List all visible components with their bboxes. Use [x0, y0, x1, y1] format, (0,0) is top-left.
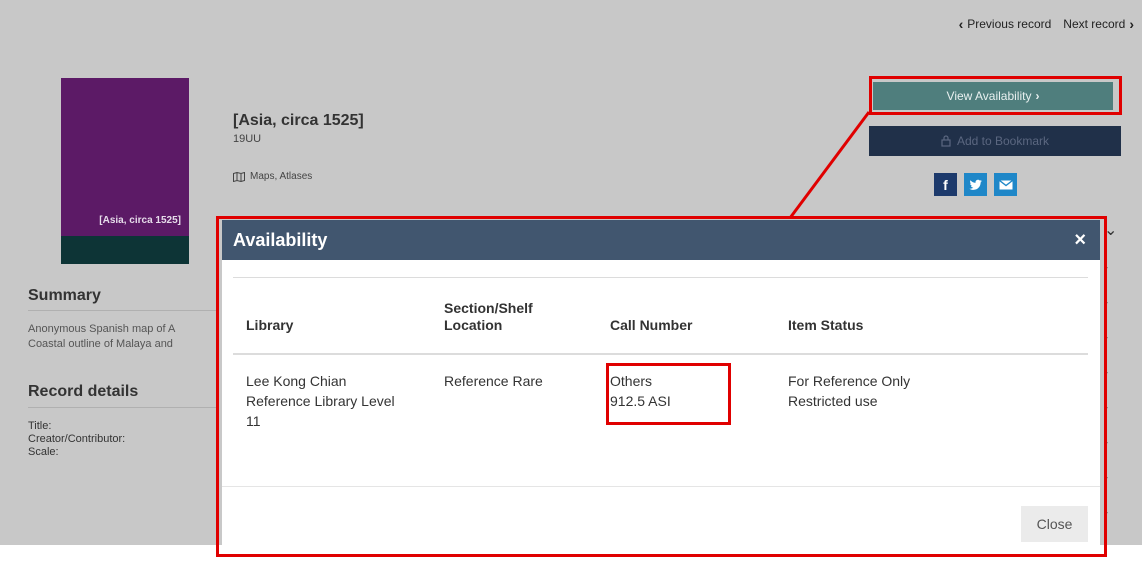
chevron-right-icon: › — [1129, 16, 1134, 32]
email-share-button[interactable] — [994, 173, 1017, 196]
email-icon — [998, 179, 1013, 189]
cell-line: 912.5 ASI — [610, 393, 671, 409]
record-details-labels: Title: Creator/Contributor: Scale: — [28, 420, 125, 459]
column-header-library: Library — [246, 317, 293, 334]
cell-call-number: Others 912.5 ASI — [610, 371, 671, 411]
summary-heading: Summary — [28, 287, 101, 304]
availability-modal: Availability × Library Section/Shelf Loc… — [222, 220, 1100, 545]
record-format: Maps, Atlases — [233, 171, 312, 182]
chevron-right-icon[interactable]: › — [1104, 470, 1108, 484]
page-bottom-margin — [0, 545, 1142, 562]
facebook-share-button[interactable]: f — [934, 173, 957, 196]
cell-line: 11 — [246, 413, 261, 429]
chevron-right-icon: › — [1035, 89, 1040, 103]
chevron-down-icon[interactable]: ⌄ — [1104, 220, 1117, 240]
chevron-right-icon[interactable]: › — [1104, 330, 1108, 344]
record-page: ‹ Previous record Next record › [Asia, c… — [0, 0, 1142, 545]
summary-line: Coastal outline of Malaya and — [28, 338, 173, 350]
lock-icon — [941, 135, 951, 147]
detail-label-title: Title: — [28, 420, 52, 432]
close-icon[interactable]: × — [1074, 229, 1086, 252]
detail-label-creator: Creator/Contributor: — [28, 433, 126, 445]
facebook-icon: f — [943, 176, 948, 193]
record-details-heading: Record details — [28, 383, 139, 400]
chevron-left-icon: ‹ — [958, 16, 964, 32]
column-header-call-number: Call Number — [610, 317, 692, 334]
add-to-bookmark-label: Add to Bookmark — [956, 134, 1050, 148]
column-header-text: Library — [246, 317, 294, 333]
cell-library: Lee Kong Chian Reference Library Level 1… — [246, 371, 395, 431]
cell-line: Reference Rare — [444, 373, 543, 389]
twitter-share-button[interactable] — [964, 173, 987, 196]
chevron-right-icon[interactable]: › — [1104, 400, 1108, 414]
cover-title: [Asia, circa 1525] — [99, 215, 181, 226]
chevron-right-icon[interactable]: › — [1104, 365, 1108, 379]
detail-label-scale: Scale: — [28, 446, 59, 458]
record-navigation: ‹ Previous record Next record › — [959, 16, 1134, 32]
column-header-text: Item Status — [788, 317, 864, 333]
summary-line: Anonymous Spanish map of A — [28, 323, 176, 335]
column-header-item-status: Item Status — [788, 317, 863, 334]
chevron-right-icon[interactable]: › — [1104, 295, 1108, 309]
record-date: 19UU — [233, 133, 262, 145]
cell-section: Reference Rare — [444, 371, 543, 391]
book-cover: [Asia, circa 1525] — [61, 78, 189, 264]
add-to-bookmark-button[interactable]: Add to Bookmark — [869, 126, 1121, 156]
column-header-text: Call Number — [610, 317, 693, 333]
cell-line: Others — [610, 373, 653, 389]
summary-text: Anonymous Spanish map of A Coastal outli… — [28, 322, 218, 352]
divider — [28, 310, 218, 311]
cover-band — [61, 236, 189, 264]
share-buttons: f — [934, 173, 1017, 196]
next-record-link[interactable]: Next record › — [1063, 16, 1134, 32]
divider — [233, 353, 1088, 355]
column-header-section: Section/Shelf Location — [444, 300, 533, 334]
divider — [233, 277, 1088, 278]
record-format-label: Maps, Atlases — [250, 171, 313, 182]
view-availability-label: View Availability — [946, 89, 1032, 103]
divider — [28, 407, 218, 408]
view-availability-button[interactable]: View Availability › — [873, 82, 1113, 110]
map-icon — [233, 171, 245, 182]
cell-line: Lee Kong Chian — [246, 373, 347, 389]
cell-line: For Reference Only — [788, 373, 911, 389]
cell-line: Reference Library Level — [246, 393, 395, 409]
divider — [222, 486, 1100, 487]
twitter-icon — [968, 179, 982, 190]
previous-record-label: Previous record — [967, 17, 1052, 31]
cell-line: Restricted use — [788, 393, 878, 409]
chevron-right-icon[interactable]: › — [1104, 260, 1108, 274]
modal-header: Availability × — [222, 220, 1100, 260]
record-title: [Asia, circa 1525] — [233, 112, 364, 129]
cell-item-status: For Reference Only Restricted use — [788, 371, 910, 411]
column-header-text: Location — [444, 317, 503, 333]
chevron-right-icon[interactable]: › — [1104, 505, 1108, 519]
next-record-label: Next record — [1063, 17, 1126, 31]
chevron-right-icon[interactable]: › — [1104, 435, 1108, 449]
modal-title: Availability — [233, 230, 328, 250]
column-header-text: Section/Shelf — [444, 300, 533, 316]
close-button[interactable]: Close — [1021, 506, 1088, 542]
previous-record-link[interactable]: ‹ Previous record — [959, 16, 1052, 32]
